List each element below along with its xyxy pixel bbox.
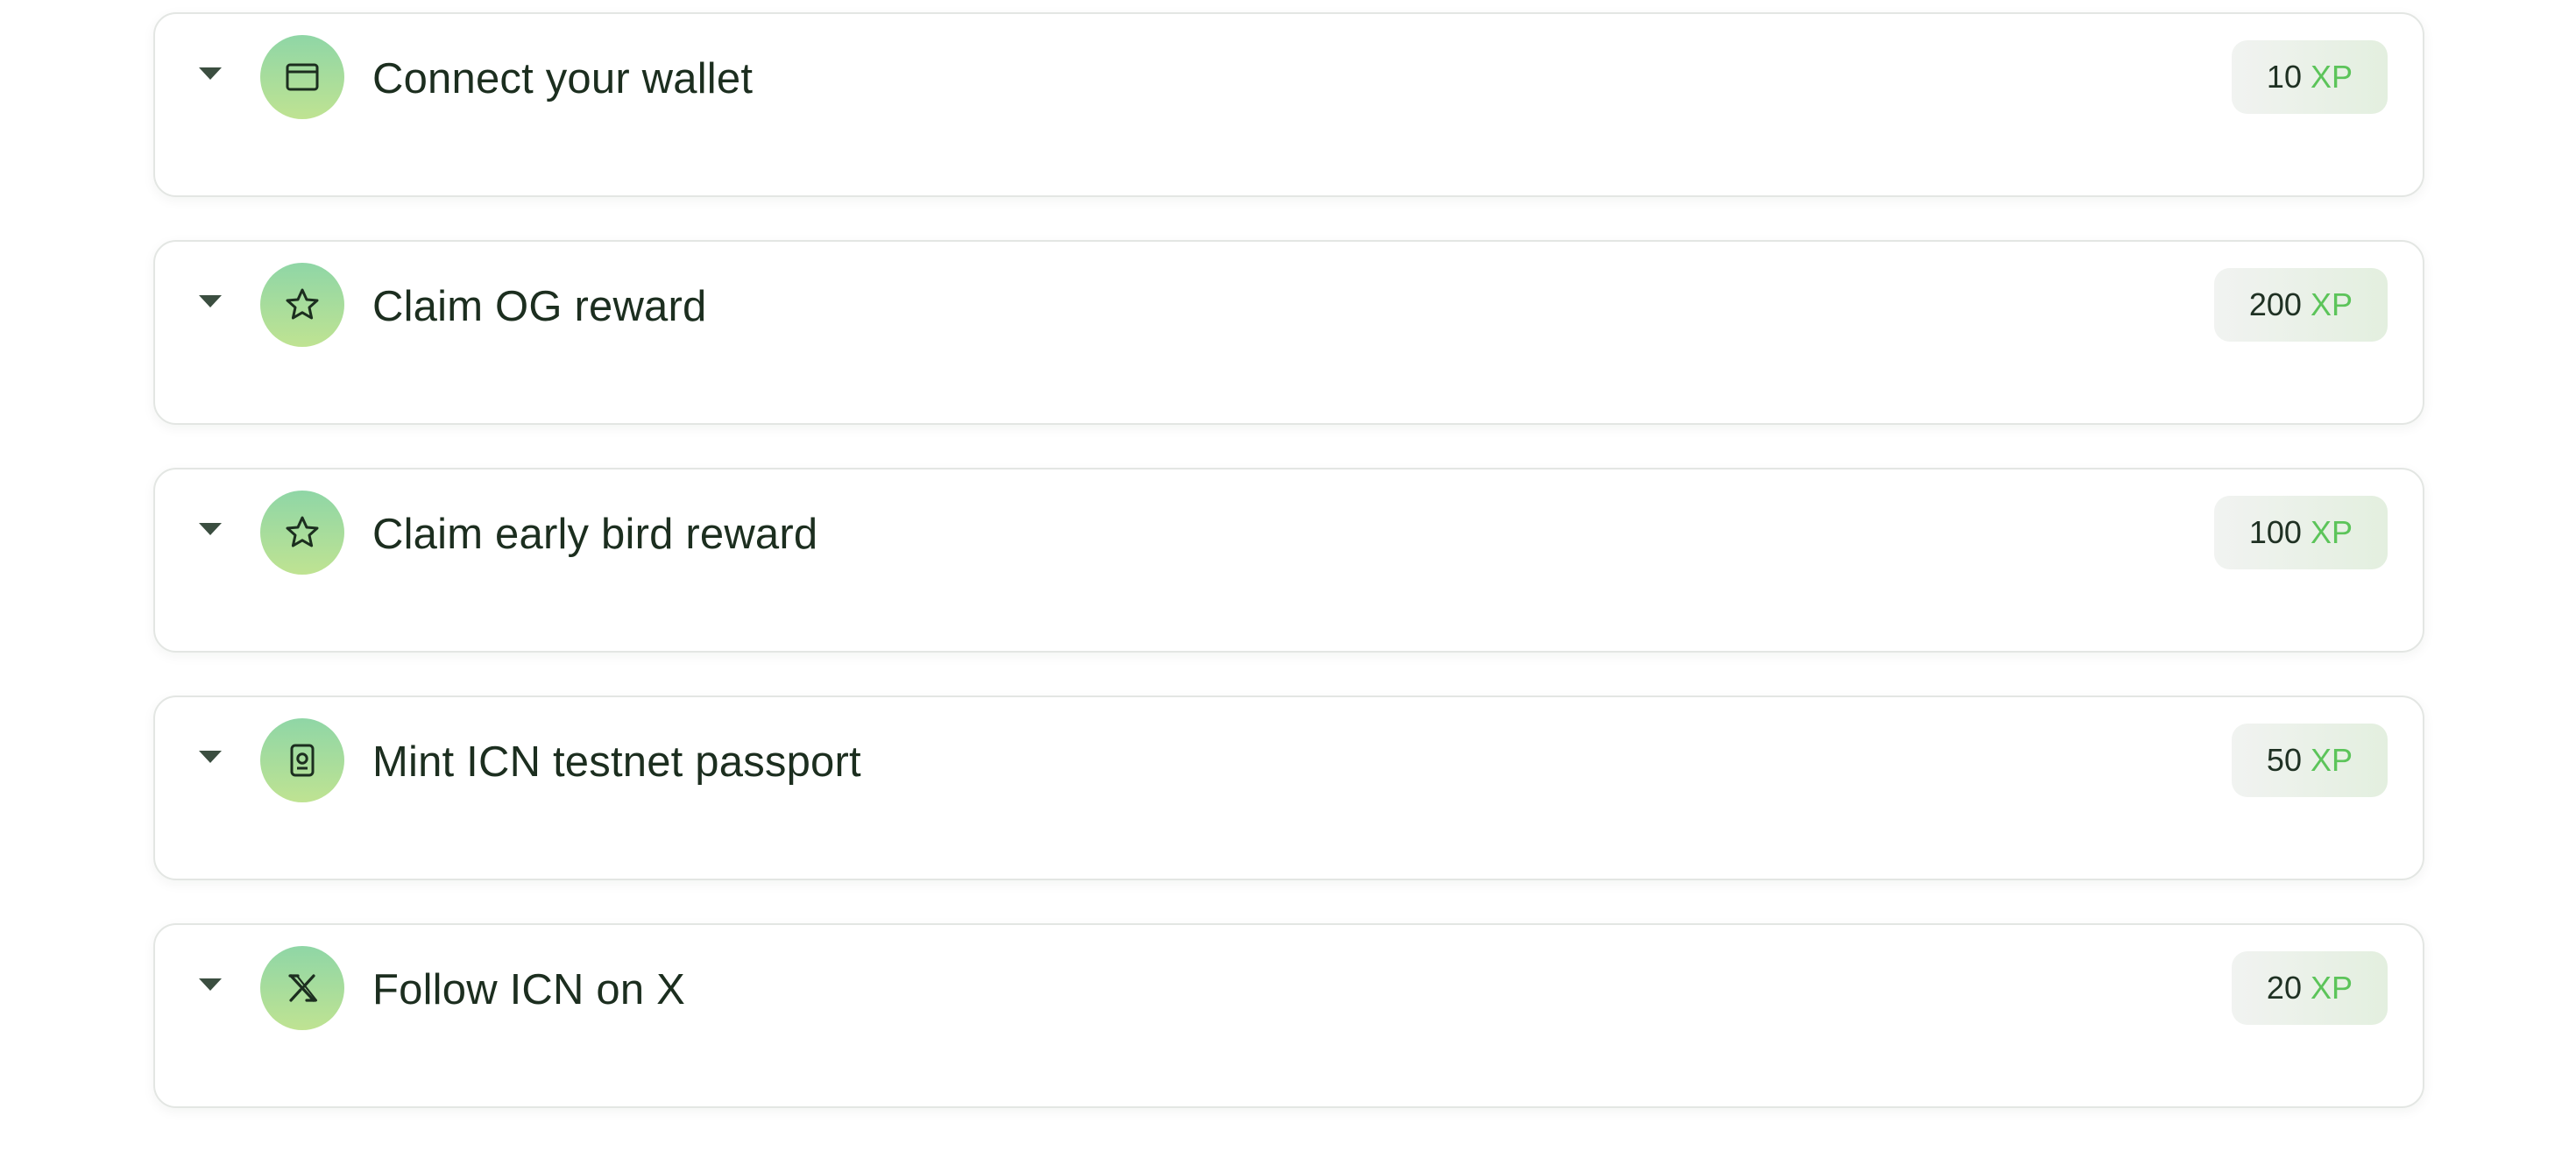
quest-header-mint-passport[interactable]: Mint ICN testnet passport 50 XP xyxy=(155,697,2423,827)
quest-avatar xyxy=(260,946,344,1030)
xp-unit: XP xyxy=(2310,742,2353,778)
chevron-down-icon[interactable] xyxy=(199,751,222,763)
xp-amount: 200 xyxy=(2248,286,2302,322)
chevron-down-icon[interactable] xyxy=(199,295,222,307)
xp-unit: XP xyxy=(2310,59,2353,95)
quest-card-og-reward: Claim OG reward 200 XP xyxy=(153,240,2424,425)
xp-unit: XP xyxy=(2310,970,2353,1006)
wallet-icon xyxy=(281,56,323,98)
quest-header-og-reward[interactable]: Claim OG reward 200 XP xyxy=(155,242,2423,371)
quest-title: Follow ICN on X xyxy=(372,966,686,1013)
quest-avatar xyxy=(260,718,344,802)
chevron-down-icon[interactable] xyxy=(199,523,222,535)
quest-title: Connect your wallet xyxy=(372,55,754,102)
quest-avatar xyxy=(260,263,344,347)
xp-amount: 10 xyxy=(2266,59,2302,95)
xp-badge: 50 XP xyxy=(2231,724,2388,797)
chevron-down-icon[interactable] xyxy=(199,67,222,80)
xp-badge: 20 XP xyxy=(2231,951,2388,1025)
x-logo-icon xyxy=(281,967,323,1009)
xp-amount: 100 xyxy=(2248,514,2302,550)
quest-card-follow-on-x: Follow ICN on X 20 XP xyxy=(153,923,2424,1108)
xp-badge: 100 XP xyxy=(2213,496,2388,569)
quest-header-early-bird-reward[interactable]: Claim early bird reward 100 XP xyxy=(155,470,2423,599)
xp-amount: 50 xyxy=(2266,742,2302,778)
chevron-down-icon[interactable] xyxy=(199,978,222,991)
xp-badge: 10 XP xyxy=(2231,40,2388,114)
quest-title: Claim early bird reward xyxy=(372,511,818,558)
quest-header-connect-wallet[interactable]: Connect your wallet 10 XP xyxy=(155,14,2423,144)
xp-unit: XP xyxy=(2310,286,2353,322)
passport-icon xyxy=(281,739,323,781)
quest-avatar xyxy=(260,491,344,575)
quest-card-connect-wallet: Connect your wallet 10 XP xyxy=(153,12,2424,197)
xp-unit: XP xyxy=(2310,514,2353,550)
quest-list: Connect your wallet 10 XP Claim OG rewar… xyxy=(153,12,2424,1151)
xp-badge: 200 XP xyxy=(2213,268,2388,342)
quest-title: Mint ICN testnet passport xyxy=(372,738,861,786)
star-icon xyxy=(281,512,323,554)
quest-header-follow-on-x[interactable]: Follow ICN on X 20 XP xyxy=(155,925,2423,1055)
star-icon xyxy=(281,284,323,326)
quest-avatar xyxy=(260,35,344,119)
quest-title: Claim OG reward xyxy=(372,283,707,330)
quest-card-mint-passport: Mint ICN testnet passport 50 XP xyxy=(153,696,2424,880)
quest-card-early-bird-reward: Claim early bird reward 100 XP xyxy=(153,468,2424,653)
xp-amount: 20 xyxy=(2266,970,2302,1006)
